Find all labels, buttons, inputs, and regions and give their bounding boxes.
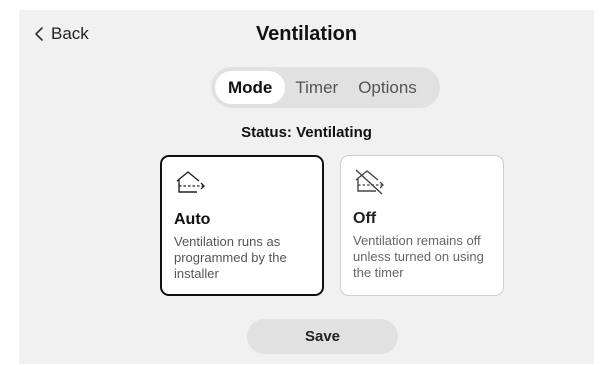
mode-tab-bar: Mode Timer Options [211, 67, 440, 108]
tab-options[interactable]: Options [348, 71, 427, 104]
house-airflow-off-icon [355, 169, 384, 195]
page-title: Ventilation [255, 23, 358, 45]
mode-name-off: Off [353, 210, 377, 227]
status-text: Status: Ventilating [241, 124, 372, 141]
mode-description-auto: Ventilation runs as programmed by the in… [174, 234, 287, 281]
tab-timer[interactable]: Timer [285, 71, 348, 104]
mode-card-auto[interactable]: Auto Ventilation runs as programmed by t… [160, 155, 324, 296]
house-airflow-icon [176, 171, 205, 193]
mode-name-auto: Auto [174, 211, 211, 228]
tab-mode[interactable]: Mode [215, 71, 286, 104]
mode-description-off: Ventilation remains off unless turned on… [353, 233, 484, 280]
save-button[interactable]: Save [247, 319, 398, 354]
mode-card-off[interactable]: Off Ventilation remains off unless turne… [340, 155, 504, 296]
ventilation-screen: Back Ventilation Mode Timer Options Stat… [19, 10, 594, 364]
